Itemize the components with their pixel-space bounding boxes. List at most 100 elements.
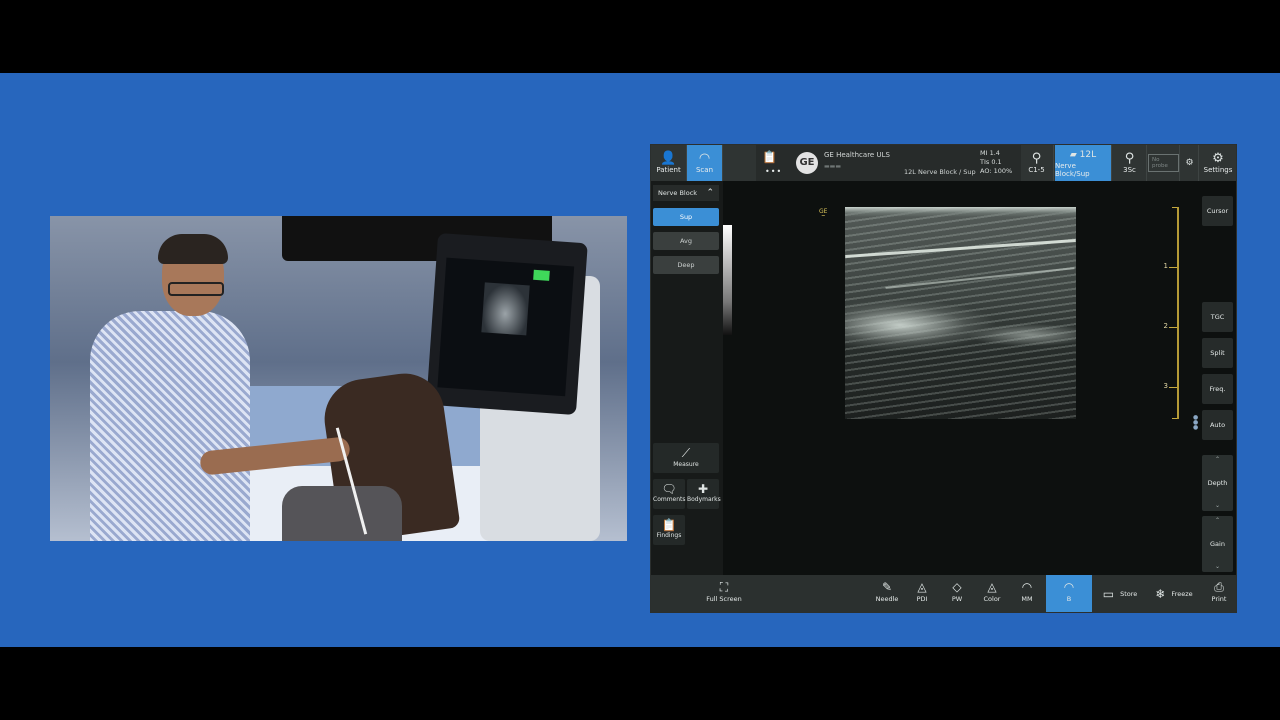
pdi-button[interactable]: ◬ PDI bbox=[905, 575, 939, 612]
cursor-button[interactable]: Cursor bbox=[1202, 196, 1233, 226]
ruler-tick-1 bbox=[1169, 267, 1177, 268]
letterbox-top bbox=[0, 0, 1280, 73]
scan-label: Scan bbox=[695, 166, 714, 174]
orientation-marker-sub: ▔ bbox=[821, 215, 825, 220]
fullscreen-label: Full Screen bbox=[706, 595, 742, 603]
monitor-screen bbox=[437, 257, 575, 397]
needle-label: Needle bbox=[875, 595, 899, 603]
gear-icon: ⚙ bbox=[1212, 151, 1224, 166]
pw-label: PW bbox=[951, 595, 963, 603]
letterbox-bottom bbox=[0, 647, 1280, 720]
grayscale-bar bbox=[723, 225, 732, 335]
print-button[interactable]: ⎙ Print bbox=[1202, 575, 1236, 612]
measure-label: Measure bbox=[673, 461, 699, 468]
ruler-tick bbox=[1172, 207, 1177, 208]
gain-control[interactable]: ⌃ Gain ⌄ bbox=[1202, 516, 1233, 572]
settings-button[interactable]: ⚙ Settings bbox=[1200, 145, 1236, 181]
probe-c1-5-label: C1-5 bbox=[1028, 166, 1045, 174]
settings-label: Settings bbox=[1203, 166, 1233, 174]
presenter-figure bbox=[90, 311, 250, 541]
freeze-label: Freeze bbox=[1171, 589, 1193, 598]
printer-icon: ⎙ bbox=[1214, 580, 1224, 594]
clipboard-icon[interactable]: 📋 bbox=[762, 150, 777, 164]
ruler-label-1: 1 bbox=[1163, 262, 1168, 270]
probe-12l-button[interactable]: ▰ 12L Nerve Block/Sup bbox=[1055, 145, 1112, 181]
ruler-label-2: 2 bbox=[1163, 322, 1168, 330]
ruler-tick bbox=[1172, 418, 1177, 419]
measure-icon: ⟋ bbox=[681, 446, 691, 460]
patient-label: Patient bbox=[656, 166, 681, 174]
mm-button[interactable]: ◠ MM bbox=[1010, 575, 1044, 612]
preset-deep-button[interactable]: Deep bbox=[653, 256, 719, 274]
probe-icon: ⚲ bbox=[1031, 151, 1042, 166]
fascia-line bbox=[845, 238, 1076, 259]
probe-3sc-button[interactable]: ⚲ 3Sc bbox=[1113, 145, 1147, 181]
store-button[interactable]: ▭ Store bbox=[1094, 575, 1146, 612]
b-mode-button[interactable]: ◠ B bbox=[1046, 575, 1092, 612]
findings-button[interactable]: 📋 Findings bbox=[653, 515, 685, 545]
presenter-glasses bbox=[168, 282, 224, 296]
mm-icon: ◠ bbox=[1021, 580, 1033, 594]
probe-12l-number: 12L bbox=[1079, 150, 1097, 160]
body-icon: ✚ bbox=[697, 482, 709, 496]
orientation-marker: GE ▔ bbox=[819, 209, 827, 221]
ruler-tick-2 bbox=[1169, 327, 1177, 328]
clipboard-check-icon: 📋 bbox=[661, 518, 677, 532]
video-icon: ▭ bbox=[1102, 586, 1115, 601]
no-probe-label: No probe bbox=[1148, 154, 1179, 172]
tgc-button[interactable]: TGC bbox=[1202, 302, 1233, 332]
pw-icon: ◇ bbox=[952, 580, 962, 594]
preset-avg-button[interactable]: Avg bbox=[653, 232, 719, 250]
patient-shorts bbox=[282, 486, 402, 541]
ruler-label-3: 3 bbox=[1163, 382, 1168, 390]
mm-label: MM bbox=[1021, 595, 1033, 603]
probe-mode-text: 12L Nerve Block / Sup bbox=[904, 168, 976, 176]
connection-button[interactable]: ⚙ bbox=[1181, 145, 1199, 181]
bodymarks-label: Bodymarks bbox=[687, 496, 721, 503]
pdi-label: PDI bbox=[916, 595, 928, 603]
split-button[interactable]: Split bbox=[1202, 338, 1233, 368]
depth-ruler: 1 2 3 bbox=[1164, 207, 1179, 419]
chevron-up-icon: ⌃ bbox=[706, 188, 714, 198]
b-mode-label: B bbox=[1066, 595, 1072, 603]
more-icon[interactable]: ••• bbox=[765, 167, 782, 176]
ultrasound-ui: 👤 Patient ◠ Scan 📋 ••• GE GE Healthcare … bbox=[650, 144, 1237, 613]
store-label: Store bbox=[1120, 589, 1138, 598]
camera-video-feed bbox=[50, 216, 627, 541]
probe-c1-5-button[interactable]: ⚲ C1-5 bbox=[1020, 145, 1054, 181]
ultrasound-image[interactable] bbox=[845, 207, 1076, 419]
needle-button[interactable]: ✎ Needle bbox=[870, 575, 904, 612]
findings-label: Findings bbox=[656, 532, 682, 539]
patient-button[interactable]: 👤 Patient bbox=[651, 145, 687, 181]
comment-icon: 🗨 bbox=[661, 482, 677, 496]
b-mode-icon: ◠ bbox=[1063, 580, 1075, 594]
print-label: Print bbox=[1211, 595, 1227, 603]
ultrasound-monitor bbox=[426, 232, 588, 416]
fascia-line-deep bbox=[885, 267, 1075, 289]
mi-index: MI 1.4 bbox=[980, 149, 1000, 157]
freq-button[interactable]: Freq. bbox=[1202, 374, 1233, 404]
presenter-hair bbox=[158, 234, 228, 264]
pw-button[interactable]: ◇ PW bbox=[940, 575, 974, 612]
no-probe-button[interactable]: No probe bbox=[1148, 145, 1180, 181]
person-icon: 👤 bbox=[660, 151, 677, 166]
scan-button[interactable]: ◠ Scan bbox=[687, 145, 723, 181]
company-name: GE Healthcare ULS bbox=[824, 151, 890, 159]
preset-dropdown[interactable]: Nerve Block ⌃ bbox=[653, 185, 719, 201]
needle-icon: ✎ bbox=[881, 580, 893, 594]
acoustic-indices: MI 1.4 TIs 0.1 AO: 100% bbox=[980, 149, 1012, 176]
comments-button[interactable]: 🗨 Comments bbox=[653, 479, 686, 509]
fullscreen-button[interactable]: ⛶ Full Screen bbox=[701, 575, 747, 612]
bodymarks-button[interactable]: ✚ Bodymarks bbox=[687, 479, 721, 509]
network-icon: ⚙ bbox=[1185, 158, 1194, 168]
color-button[interactable]: ◬ Color bbox=[975, 575, 1009, 612]
left-panel: Nerve Block ⌃ Sup Avg Deep ⟋ Measure 🗨 C… bbox=[651, 181, 723, 575]
right-panel: Cursor TGC Split Freq. Auto ⌃ Depth ⌄ ⌃ … bbox=[1200, 181, 1236, 575]
freeze-button[interactable]: ❄ Freeze bbox=[1148, 575, 1200, 612]
preset-sup-button[interactable]: Sup bbox=[653, 208, 719, 226]
page-dots[interactable]: ● ● ● bbox=[1193, 415, 1198, 431]
ruler-tick-3 bbox=[1169, 387, 1177, 388]
measure-button[interactable]: ⟋ Measure bbox=[653, 443, 719, 473]
tis-index: TIs 0.1 bbox=[980, 158, 1002, 166]
preset-label: Nerve Block bbox=[658, 189, 698, 197]
